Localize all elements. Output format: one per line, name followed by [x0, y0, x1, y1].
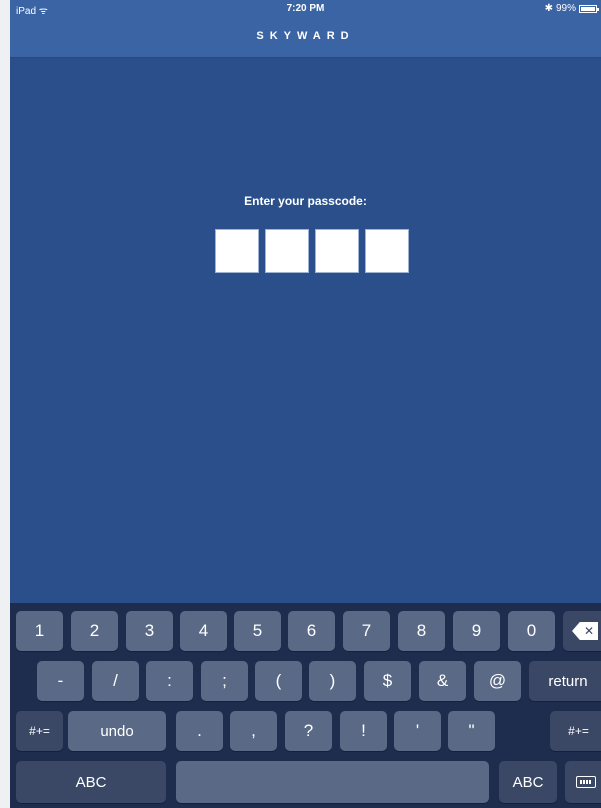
- undo-key[interactable]: undo: [68, 711, 166, 751]
- symbols-key-left[interactable]: #+=: [16, 711, 63, 751]
- passcode-digit-1[interactable]: [215, 229, 259, 273]
- key-question[interactable]: ?: [285, 711, 332, 751]
- key-comma[interactable]: ,: [230, 711, 277, 751]
- key-semicolon[interactable]: ;: [201, 661, 248, 701]
- passcode-digit-3[interactable]: [315, 229, 359, 273]
- passcode-digit-2[interactable]: [265, 229, 309, 273]
- key-dollar[interactable]: $: [364, 661, 411, 701]
- key-apostrophe[interactable]: ': [394, 711, 441, 751]
- passcode-field[interactable]: [215, 229, 409, 273]
- key-1[interactable]: 1: [16, 611, 63, 651]
- on-screen-keyboard: 1 2 3 4 5 6 7 8 9 0 ✕ - / : ; ( ) $ & @ …: [10, 603, 601, 808]
- key-colon[interactable]: :: [146, 661, 193, 701]
- device-screen: iPad ᯤ 7:20 PM ✱ 99% SKYWARD Enter your …: [10, 0, 601, 808]
- status-time: 7:20 PM: [286, 3, 325, 14]
- dismiss-keyboard-key[interactable]: [565, 761, 601, 803]
- key-8[interactable]: 8: [398, 611, 445, 651]
- keyboard-dismiss-icon: [576, 776, 596, 788]
- key-0[interactable]: 0: [508, 611, 555, 651]
- status-bar: iPad ᯤ 7:20 PM ✱ 99%: [10, 0, 601, 20]
- key-7[interactable]: 7: [343, 611, 390, 651]
- battery-icon: [579, 4, 599, 13]
- status-right: ✱ 99%: [544, 3, 599, 14]
- return-key[interactable]: return: [529, 661, 601, 701]
- key-5[interactable]: 5: [234, 611, 281, 651]
- battery-percent: 99%: [555, 3, 576, 14]
- skyward-logo: SKYWARD: [256, 30, 355, 42]
- key-open-paren[interactable]: (: [255, 661, 302, 701]
- key-at[interactable]: @: [474, 661, 521, 701]
- key-exclamation[interactable]: !: [340, 711, 387, 751]
- key-3[interactable]: 3: [126, 611, 173, 651]
- key-close-paren[interactable]: ): [309, 661, 356, 701]
- key-hyphen[interactable]: -: [37, 661, 84, 701]
- abc-key-left[interactable]: ABC: [16, 761, 166, 803]
- key-slash[interactable]: /: [92, 661, 139, 701]
- passcode-digit-4[interactable]: [365, 229, 409, 273]
- delete-key[interactable]: ✕: [563, 611, 601, 651]
- key-2[interactable]: 2: [71, 611, 118, 651]
- key-6[interactable]: 6: [288, 611, 335, 651]
- key-quote[interactable]: ": [448, 711, 495, 751]
- abc-key-right[interactable]: ABC: [499, 761, 557, 803]
- delete-icon: ✕: [572, 622, 598, 640]
- key-ampersand[interactable]: &: [419, 661, 466, 701]
- space-bar[interactable]: [176, 761, 489, 803]
- passcode-prompt: Enter your passcode:: [244, 194, 367, 208]
- symbols-key-right[interactable]: #+=: [550, 711, 601, 751]
- key-9[interactable]: 9: [453, 611, 500, 651]
- key-4[interactable]: 4: [180, 611, 227, 651]
- bluetooth-icon: ✱: [544, 3, 553, 14]
- key-period[interactable]: .: [176, 711, 223, 751]
- nav-bar: SKYWARD: [10, 20, 601, 58]
